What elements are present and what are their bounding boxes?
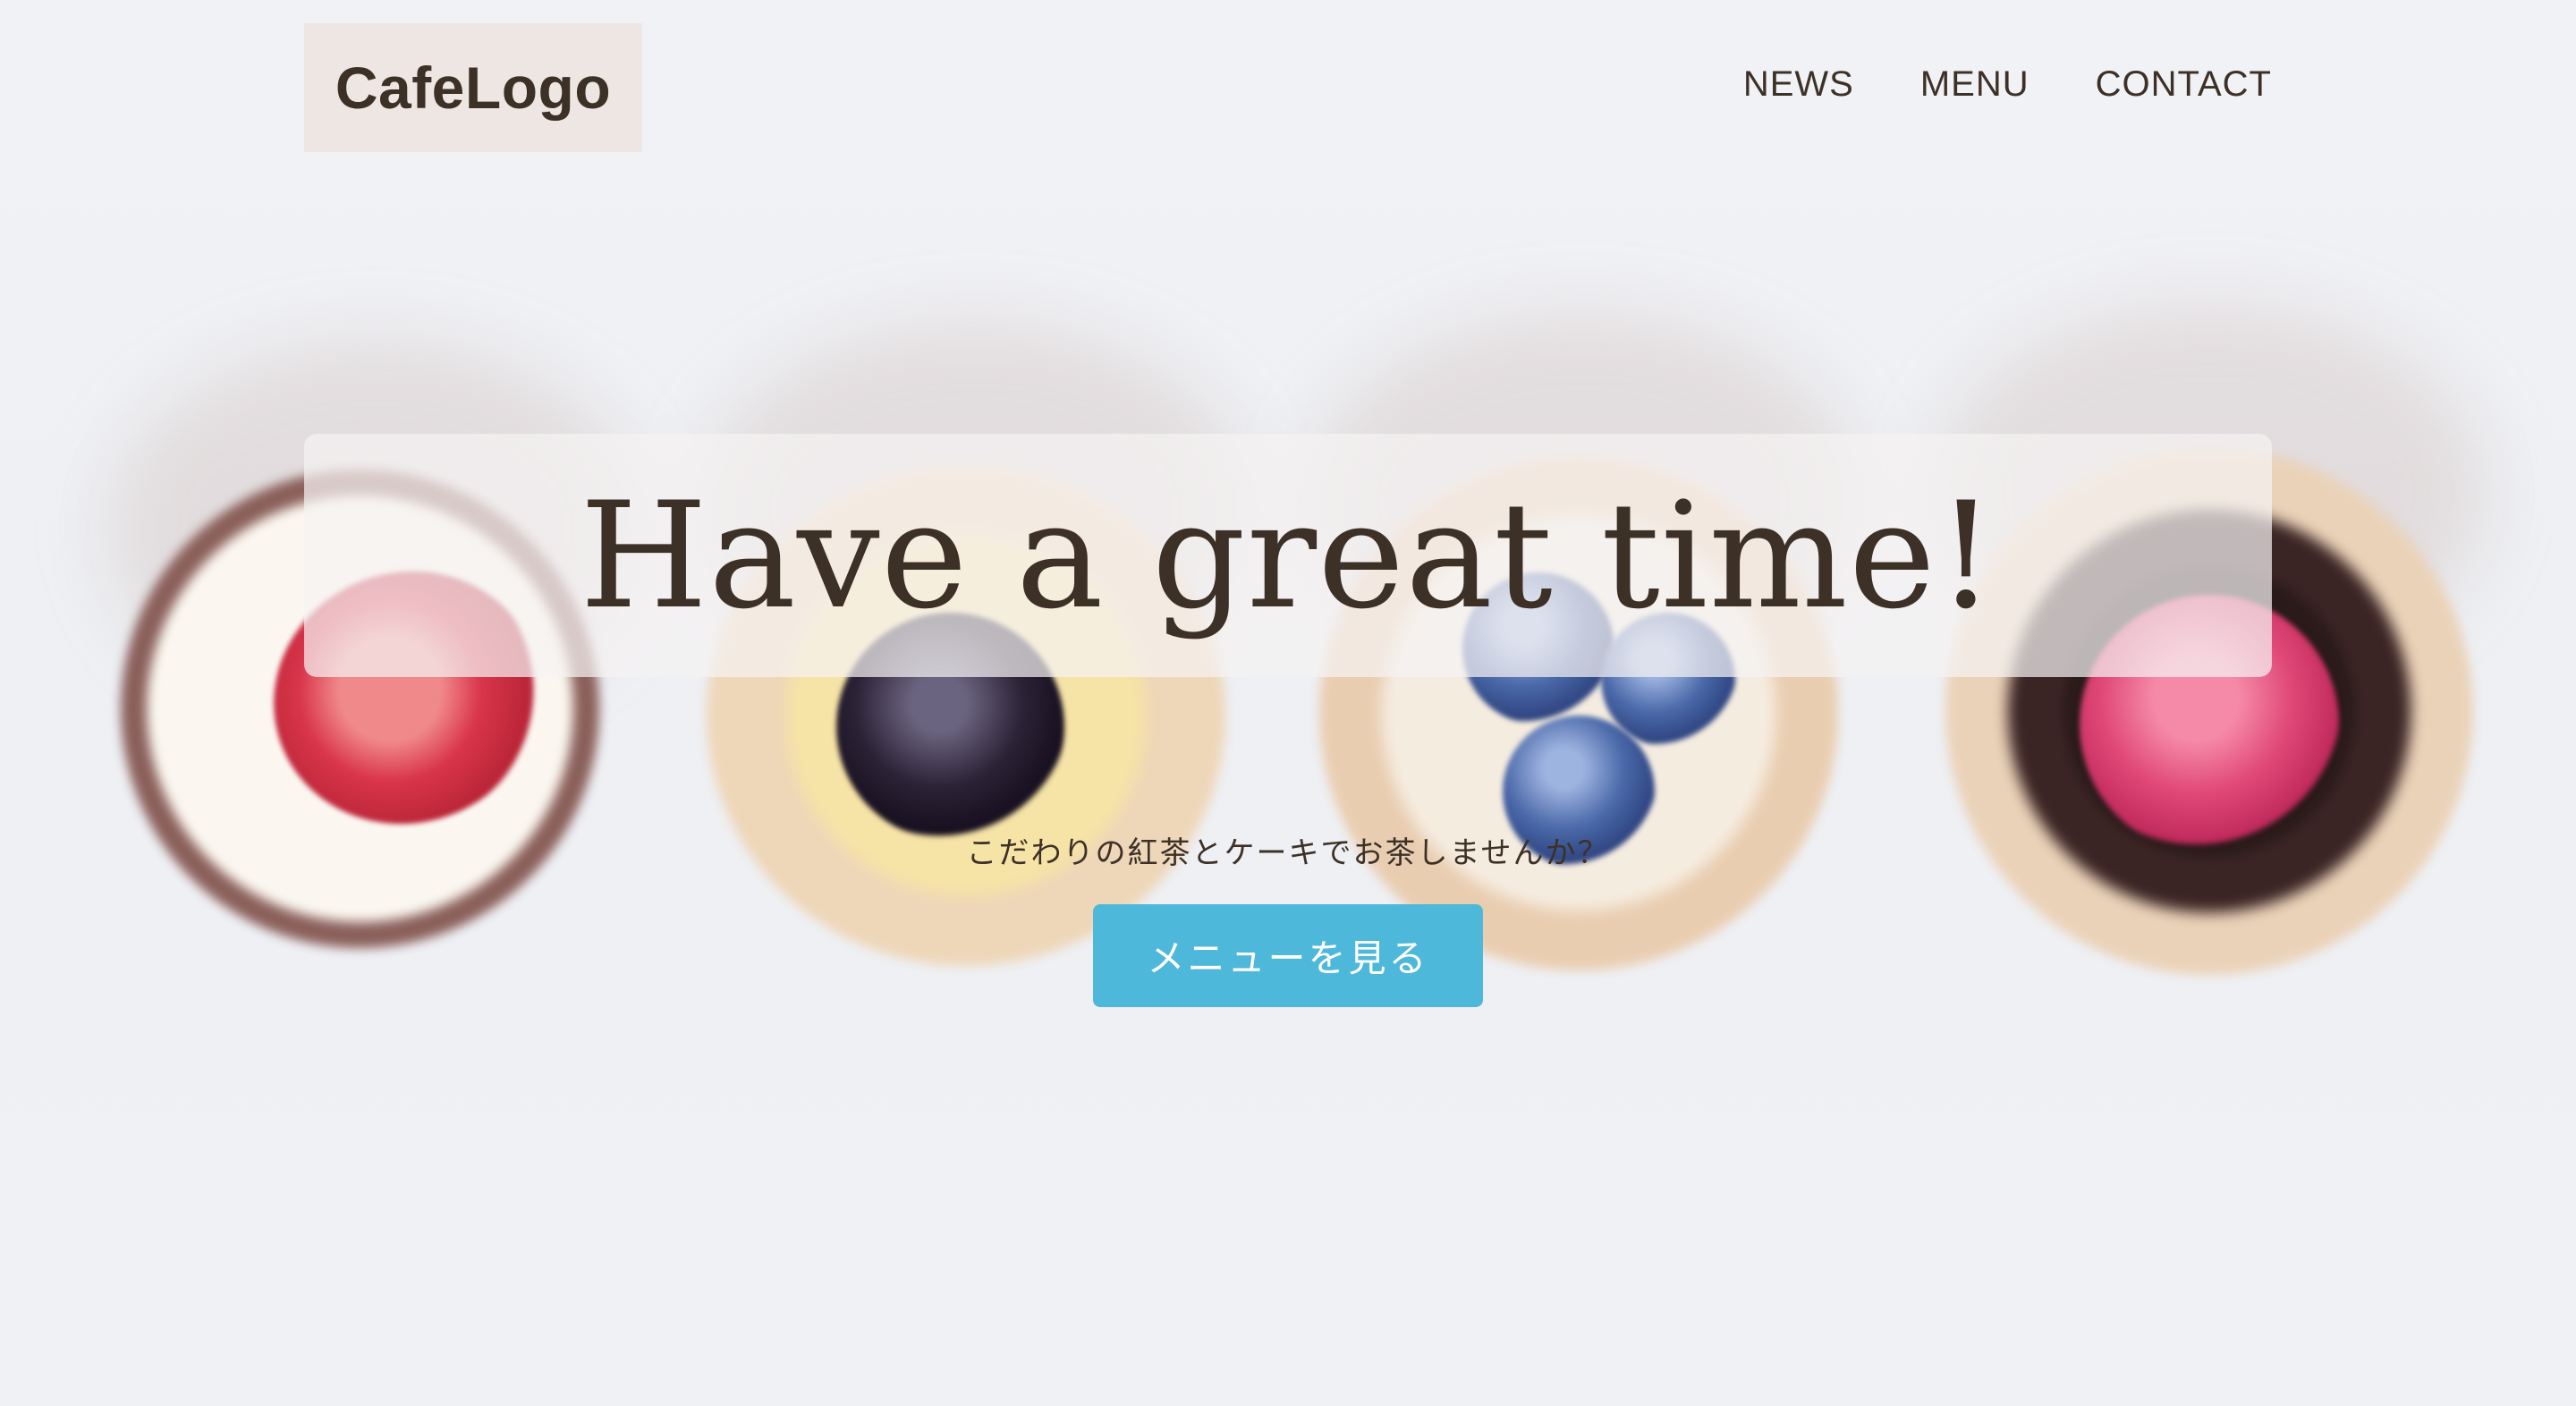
hero-tagline: こだわりの紅茶とケーキでお茶しませんか？ — [966, 835, 1610, 871]
hero-background — [0, 0, 2576, 1406]
logo-text: CafeLogo — [335, 55, 612, 121]
nav-link-news[interactable]: NEWS — [1743, 64, 1854, 105]
hero-headline: Have a great time! — [580, 470, 1996, 641]
nav-link-contact[interactable]: CONTACT — [2096, 64, 2272, 105]
headline-panel: Have a great time! — [304, 434, 2272, 677]
logo[interactable]: CafeLogo — [304, 23, 642, 152]
nav-link-menu[interactable]: MENU — [1920, 64, 2029, 105]
main-nav: NEWS MENU CONTACT — [1743, 64, 2272, 105]
view-menu-button[interactable]: メニューを見る — [1093, 904, 1483, 1007]
